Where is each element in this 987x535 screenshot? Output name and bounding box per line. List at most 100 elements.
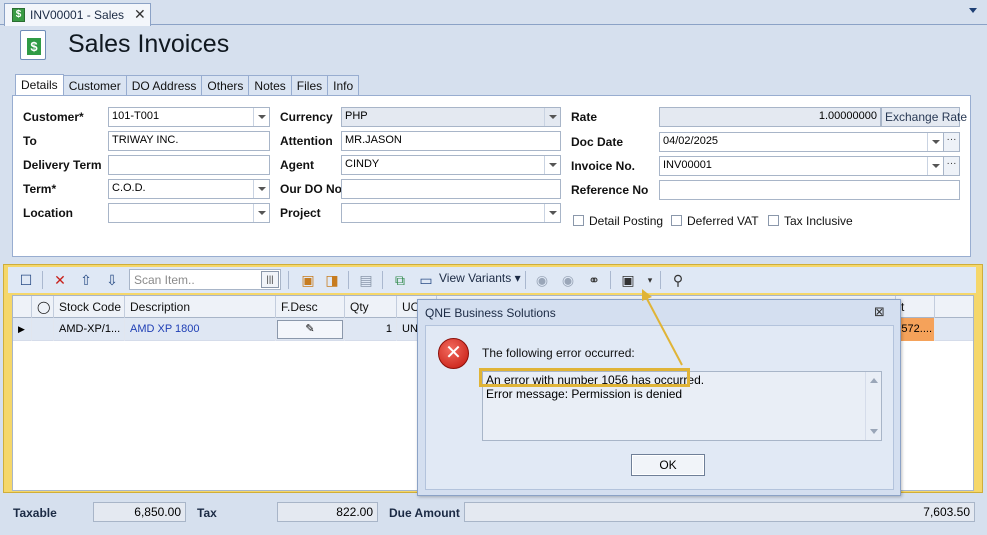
view-variants-button[interactable]: View Variants ▾	[439, 271, 521, 285]
invoice-header-panel: Customer* 101-T001 To TRIWAY INC. Delive…	[12, 95, 971, 257]
tab-details[interactable]: Details	[15, 74, 64, 96]
customer-field[interactable]: 101-T001	[108, 107, 270, 127]
close-tab-icon[interactable]: ✕	[134, 6, 146, 23]
attention-field[interactable]: MR.JASON	[341, 131, 561, 151]
taxable-value: 6,850.00	[93, 502, 186, 522]
column-f-desc[interactable]: F.Desc	[276, 296, 345, 318]
column-description[interactable]: Description	[125, 296, 276, 318]
our-do-label: Our DO No	[280, 182, 342, 196]
tab-do-address[interactable]: DO Address	[126, 75, 203, 96]
previous-icon[interactable]: ◉	[532, 270, 552, 290]
package-icon[interactable]: ▣	[298, 270, 318, 290]
tab-info[interactable]: Info	[328, 75, 360, 96]
customer-dropdown-icon[interactable]	[253, 108, 269, 126]
document-tab-strip: $ INV00001 - Sales Invoices ✕	[0, 0, 987, 26]
find-icon[interactable]: ⚭	[584, 270, 604, 290]
currency-dropdown-icon[interactable]	[544, 108, 560, 126]
cell-description[interactable]: AMD XP 1800	[125, 318, 276, 341]
due-amount-label: Due Amount	[389, 506, 460, 520]
tax-value: 822.00	[277, 502, 378, 522]
move-up-icon[interactable]: ⇧	[76, 270, 96, 290]
cell-qty[interactable]: 1	[345, 318, 397, 341]
tab-notes[interactable]: Notes	[249, 75, 292, 96]
import-icon[interactable]: ⧉	[390, 270, 410, 290]
doc-date-dropdown-icon[interactable]	[927, 133, 943, 151]
view-variants-icon: ▭	[419, 272, 433, 288]
project-field[interactable]	[341, 203, 561, 223]
move-down-icon[interactable]: ⇩	[102, 270, 122, 290]
project-dropdown-icon[interactable]	[544, 204, 560, 222]
currency-field[interactable]: PHP	[341, 107, 561, 127]
exchange-rate-button[interactable]: Exchange Rate	[881, 107, 967, 127]
detail-tabs: Details Customer DO Address Others Notes…	[15, 74, 360, 96]
delete-row-icon[interactable]: ✕	[50, 270, 70, 290]
term-label: Term*	[23, 182, 57, 196]
edit-description-icon[interactable]: ✎	[277, 320, 343, 339]
error-heading: The following error occurred:	[482, 346, 635, 360]
cell-amount[interactable]: 572....	[895, 318, 935, 341]
our-do-field[interactable]	[341, 179, 561, 199]
detail-posting-label: Detail Posting	[589, 214, 664, 228]
page-title: Sales Invoices	[68, 30, 230, 58]
annotation-arrow	[642, 289, 683, 366]
document-tab[interactable]: $ INV00001 - Sales Invoices ✕	[4, 3, 151, 26]
doc-date-field[interactable]: 04/02/2025	[659, 132, 944, 152]
to-field[interactable]: TRIWAY INC.	[108, 131, 270, 151]
rate-field[interactable]: 1.00000000	[659, 107, 881, 127]
invoice-icon: $	[12, 8, 25, 22]
cell-f-desc[interactable]: ✎	[276, 318, 345, 341]
tax-inclusive-checkbox[interactable]	[768, 215, 779, 226]
due-amount-value: 7,603.50	[464, 502, 975, 522]
dialog-title: QNE Business Solutions	[425, 306, 556, 320]
cell-stock-code[interactable]: AMD-XP/1...	[54, 318, 125, 341]
reference-label: Reference No	[571, 183, 649, 197]
tax-inclusive-label: Tax Inclusive	[784, 214, 853, 228]
invoice-no-more-button[interactable]: ···	[943, 156, 960, 176]
grid-toolbar: ☐ ✕ ⇧ ⇩ Scan Item.. ||| ▣ ◨ ▤ ⧉ ▭ View V…	[8, 267, 976, 293]
deferred-vat-checkbox[interactable]	[671, 215, 682, 226]
copy-package-icon[interactable]: ◨	[322, 270, 342, 290]
delivery-term-field[interactable]	[108, 155, 270, 175]
tab-files[interactable]: Files	[291, 75, 329, 96]
next-icon[interactable]: ◉	[558, 270, 578, 290]
invoice-no-field[interactable]: INV00001	[659, 156, 944, 176]
barcode-icon[interactable]: |||	[261, 271, 279, 288]
agent-field[interactable]: CINDY	[341, 155, 561, 175]
customer-label: Customer*	[23, 110, 84, 124]
doc-date-label: Doc Date	[571, 135, 624, 149]
tax-label: Tax	[197, 506, 217, 520]
new-row-icon[interactable]: ☐	[16, 270, 36, 290]
column-stock-code[interactable]: Stock Code	[54, 296, 125, 318]
row-indicator-icon: ▶	[13, 318, 32, 341]
deferred-vat-label: Deferred VAT	[687, 214, 759, 228]
error-icon: ✕	[438, 338, 469, 369]
sales-invoice-icon: $	[20, 30, 46, 60]
close-dialog-icon[interactable]: ⊠	[874, 304, 885, 320]
document-list-icon[interactable]: ▤	[356, 270, 376, 290]
attention-label: Attention	[280, 134, 333, 148]
select-all-icon[interactable]: ◯	[32, 296, 54, 318]
reference-field[interactable]	[659, 180, 960, 200]
detail-posting-checkbox[interactable]	[573, 215, 584, 226]
invoice-no-dropdown-icon[interactable]	[927, 157, 943, 175]
column-qty[interactable]: Qty	[345, 296, 397, 318]
scan-item-input[interactable]: Scan Item.. |||	[129, 269, 281, 290]
column-amount[interactable]: t	[895, 296, 935, 318]
agent-dropdown-icon[interactable]	[544, 156, 560, 174]
error-line-2: Error message: Permission is denied	[486, 387, 683, 401]
term-field[interactable]: C.O.D.	[108, 179, 270, 199]
tab-others[interactable]: Others	[202, 75, 250, 96]
term-dropdown-icon[interactable]	[253, 180, 269, 198]
project-label: Project	[280, 206, 321, 220]
doc-date-more-button[interactable]: ···	[943, 132, 960, 152]
location-field[interactable]	[108, 203, 270, 223]
location-dropdown-icon[interactable]	[253, 204, 269, 222]
message-scrollbar[interactable]	[865, 372, 881, 440]
tab-customer[interactable]: Customer	[63, 75, 127, 96]
currency-label: Currency	[280, 110, 333, 124]
tab-list-dropdown-icon[interactable]	[969, 8, 977, 13]
error-highlight-box	[479, 368, 690, 387]
delivery-term-label: Delivery Term	[23, 158, 102, 172]
taxable-label: Taxable	[13, 506, 57, 520]
ok-button[interactable]: OK	[631, 454, 705, 476]
